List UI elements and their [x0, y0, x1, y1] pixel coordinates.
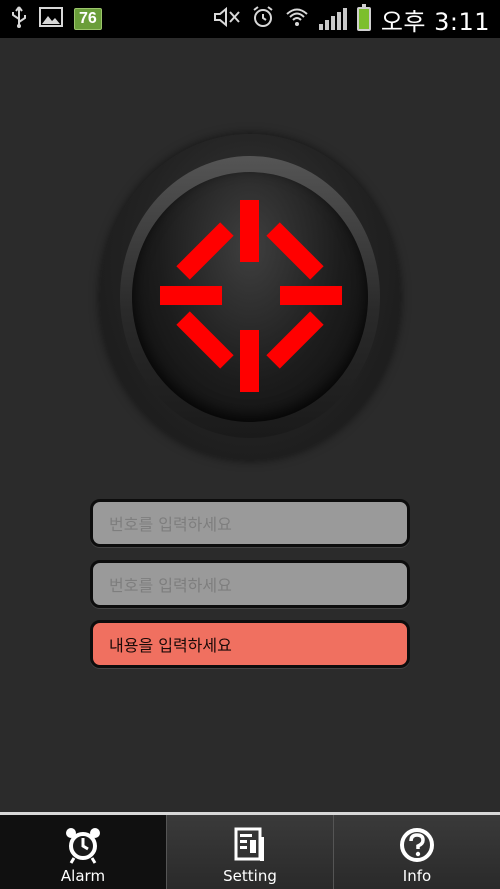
phone-input-2[interactable]: 번호를 입력하세요 — [90, 560, 410, 608]
phone-input-2-placeholder: 번호를 입력하세요 — [109, 576, 232, 595]
tab-setting[interactable]: Setting — [167, 815, 334, 889]
alarm-clock-icon — [66, 828, 100, 864]
question-icon — [400, 828, 434, 862]
message-input-placeholder: 내용을 입력하세요 — [109, 636, 232, 655]
phone-input-1[interactable]: 번호를 입력하세요 — [90, 499, 410, 547]
image-icon — [38, 5, 64, 34]
tab-info-label: Info — [402, 867, 432, 885]
tab-alarm-label: Alarm — [60, 867, 106, 885]
tab-setting-label: Setting — [223, 867, 277, 885]
message-input[interactable]: 내용을 입력하세요 — [90, 620, 410, 668]
status-bar-right: 오후 3:11 — [213, 2, 490, 37]
status-time: 오후 3:11 — [380, 7, 490, 36]
battery-badge: 76 — [74, 8, 102, 30]
spinner-icon — [160, 200, 342, 392]
bottom-tab-bar: Alarm Setting Info — [0, 812, 500, 889]
tab-alarm[interactable]: Alarm — [0, 815, 167, 889]
battery-icon — [356, 4, 371, 31]
tab-info[interactable]: Info — [334, 815, 500, 889]
alarm-clock-icon — [251, 5, 275, 34]
status-bar-left: 76 — [10, 5, 102, 34]
wifi-icon — [285, 5, 309, 34]
signal-icon — [318, 8, 347, 30]
status-bar: 76 오후 3:11 — [0, 0, 500, 38]
mute-icon — [213, 6, 241, 33]
main-alarm-button[interactable] — [100, 134, 400, 460]
document-icon — [234, 827, 264, 861]
phone-input-1-placeholder: 번호를 입력하세요 — [109, 515, 232, 534]
usb-icon — [10, 5, 28, 34]
